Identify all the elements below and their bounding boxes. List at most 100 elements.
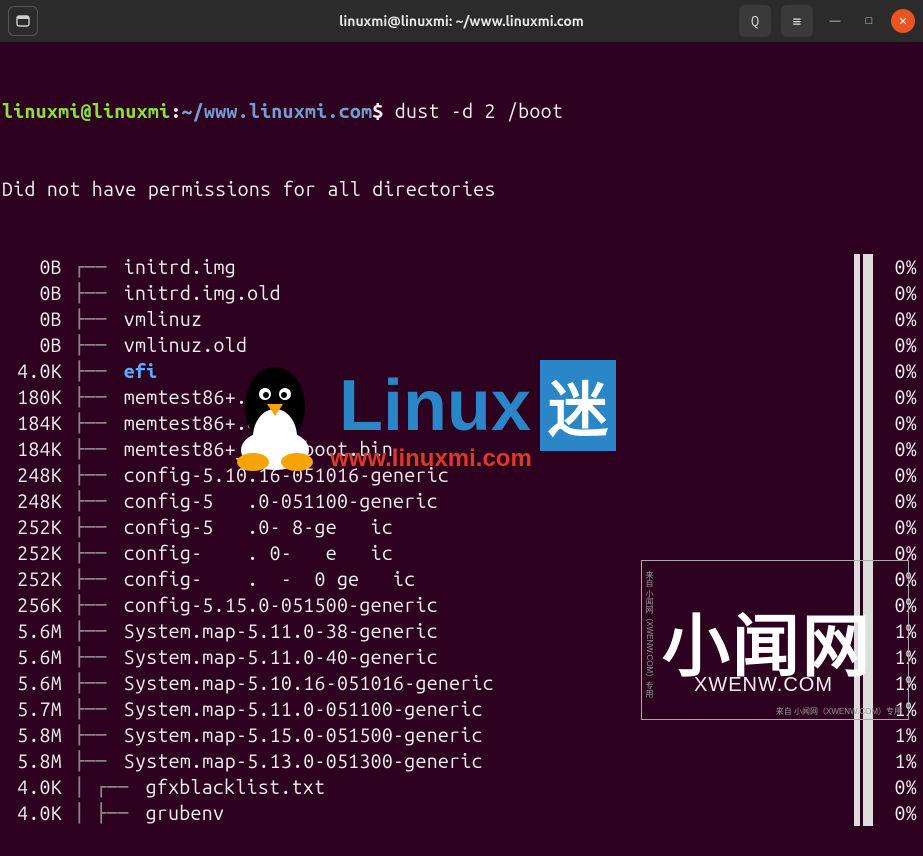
- size-value: 184K: [2, 410, 62, 436]
- percent-value: 0%: [883, 436, 917, 462]
- size-value: 0B: [2, 254, 62, 280]
- file-name: grubenv: [146, 800, 225, 826]
- size-value: 252K: [2, 540, 62, 566]
- size-value: 5.6M: [2, 644, 62, 670]
- tree-glyph: ├──: [62, 722, 124, 748]
- close-button[interactable]: ✕: [891, 9, 915, 33]
- minimize-button[interactable]: —: [823, 9, 847, 33]
- percent-value: 0%: [883, 592, 917, 618]
- close-icon: ✕: [898, 15, 907, 28]
- size-value: 248K: [2, 462, 62, 488]
- terminal-output[interactable]: linuxmi@linuxmi:~/www.linuxmi.com$ dust …: [0, 42, 923, 856]
- warning-line: Did not have permissions for all directo…: [2, 176, 921, 202]
- bar-area: 0%: [854, 306, 921, 332]
- prompt-path: ~/www.linuxmi.com: [182, 100, 373, 122]
- size-value: 0B: [2, 306, 62, 332]
- percent-value: 1%: [883, 618, 917, 644]
- percent-value: 0%: [883, 540, 917, 566]
- tree-glyph: ├──: [62, 462, 124, 488]
- percent-value: 0%: [883, 462, 917, 488]
- percent-value: 0%: [883, 774, 917, 800]
- tree-glyph: ├──: [62, 488, 124, 514]
- percent-value: 0%: [883, 332, 917, 358]
- search-icon: Q: [751, 13, 759, 29]
- tree-glyph: ├──: [62, 540, 124, 566]
- size-value: 4.0K: [2, 358, 62, 384]
- output-row: 4.0K│ ┌── gfxblacklist.txt0%: [2, 774, 921, 800]
- tree-glyph: ├──: [62, 566, 124, 592]
- tree-glyph: ├──: [62, 410, 124, 436]
- bar-area: 0%: [854, 332, 921, 358]
- titlebar: linuxmi@linuxmi: ~/www.linuxmi.com Q ≡ —…: [0, 0, 923, 42]
- output-row: 4.0K├── efi 0%: [2, 358, 921, 384]
- bar-area: 0%: [854, 462, 921, 488]
- search-button[interactable]: Q: [739, 5, 771, 37]
- bar-area: 0%: [854, 436, 921, 462]
- tree-glyph: ┌──: [62, 254, 124, 280]
- size-value: 5.7M: [2, 696, 62, 722]
- output-row: 248K├── config-5.10.16-051016-generic 0%: [2, 462, 921, 488]
- percent-value: 1%: [883, 722, 917, 748]
- percent-value: 0%: [883, 280, 917, 306]
- percent-value: 0%: [883, 488, 917, 514]
- file-name: System.map-5.11.0-40-generic: [124, 644, 438, 670]
- output-row: 5.8M├── System.map-5.15.0-051500-generic…: [2, 722, 921, 748]
- bar-area: 0%: [854, 384, 921, 410]
- bar-area: 0%: [854, 592, 921, 618]
- tree-glyph: ├──: [62, 358, 124, 384]
- bar-area: 0%: [854, 280, 921, 306]
- bar-area: 1%: [854, 696, 921, 722]
- tree-glyph: ├──: [62, 384, 124, 410]
- output-row: 256K├── config-5.15.0-051500-generic0%: [2, 592, 921, 618]
- tree-glyph: ├──: [62, 696, 124, 722]
- file-name: config- . - 0 ge ic: [124, 566, 416, 592]
- file-name: vmlinuz.old: [124, 332, 247, 358]
- percent-value: 1%: [883, 696, 917, 722]
- output-row: 252K├── config- . 0- e ic 0%: [2, 540, 921, 566]
- percent-value: 1%: [883, 644, 917, 670]
- new-tab-button[interactable]: [8, 6, 38, 36]
- file-name: config-5 .0- 8-ge ic: [124, 514, 393, 540]
- tree-glyph: ├──: [62, 670, 124, 696]
- file-name: System.map-5.13.0-051300-generic: [124, 748, 483, 774]
- file-name: config-5.10.16-051016-generic: [124, 462, 449, 488]
- tree-glyph: │ ├──: [62, 800, 146, 826]
- file-name: initrd.img.old: [124, 280, 281, 306]
- file-name: memtest86+.bin: [124, 384, 281, 410]
- output-row: 0B├── vmlinuz0%: [2, 306, 921, 332]
- bar-area: 0%: [854, 254, 921, 280]
- bar-area: 0%: [854, 514, 921, 540]
- tree-glyph: ├──: [62, 644, 124, 670]
- percent-value: 0%: [883, 358, 917, 384]
- bar-area: 1%: [854, 670, 921, 696]
- size-value: 4.0K: [2, 774, 62, 800]
- tree-glyph: ├──: [62, 514, 124, 540]
- size-value: 5.8M: [2, 748, 62, 774]
- percent-value: 0%: [883, 566, 917, 592]
- bar-area: 0%: [854, 800, 921, 826]
- tree-glyph: ├──: [62, 748, 124, 774]
- minimize-icon: —: [830, 15, 841, 27]
- bar-area: 0%: [854, 488, 921, 514]
- tree-glyph: ├──: [62, 592, 124, 618]
- bar-area: 1%: [854, 722, 921, 748]
- prompt-user: linuxmi@linuxmi: [2, 100, 170, 122]
- size-value: 248K: [2, 488, 62, 514]
- output-row: 0B┌── initrd.img0%: [2, 254, 921, 280]
- file-name: efi: [124, 358, 158, 384]
- file-name: memtest86+.elf: [124, 410, 281, 436]
- output-row: 0B├── vmlinuz.old0%: [2, 332, 921, 358]
- tree-glyph: ├──: [62, 618, 124, 644]
- menu-button[interactable]: ≡: [781, 5, 813, 37]
- output-row: 5.6M├── System.map-5.11.0-40-generic 1%: [2, 644, 921, 670]
- maximize-button[interactable]: □: [857, 9, 881, 33]
- bar-area: 0%: [854, 774, 921, 800]
- menu-icon: ≡: [793, 13, 801, 30]
- size-value: 180K: [2, 384, 62, 410]
- tree-glyph: │ ┌──: [62, 774, 146, 800]
- bar-area: 0%: [854, 540, 921, 566]
- percent-value: 0%: [883, 254, 917, 280]
- output-row: 5.7M├── System.map-5.11.0-051100-generic…: [2, 696, 921, 722]
- percent-value: 0%: [883, 514, 917, 540]
- file-name: config- . 0- e ic: [124, 540, 393, 566]
